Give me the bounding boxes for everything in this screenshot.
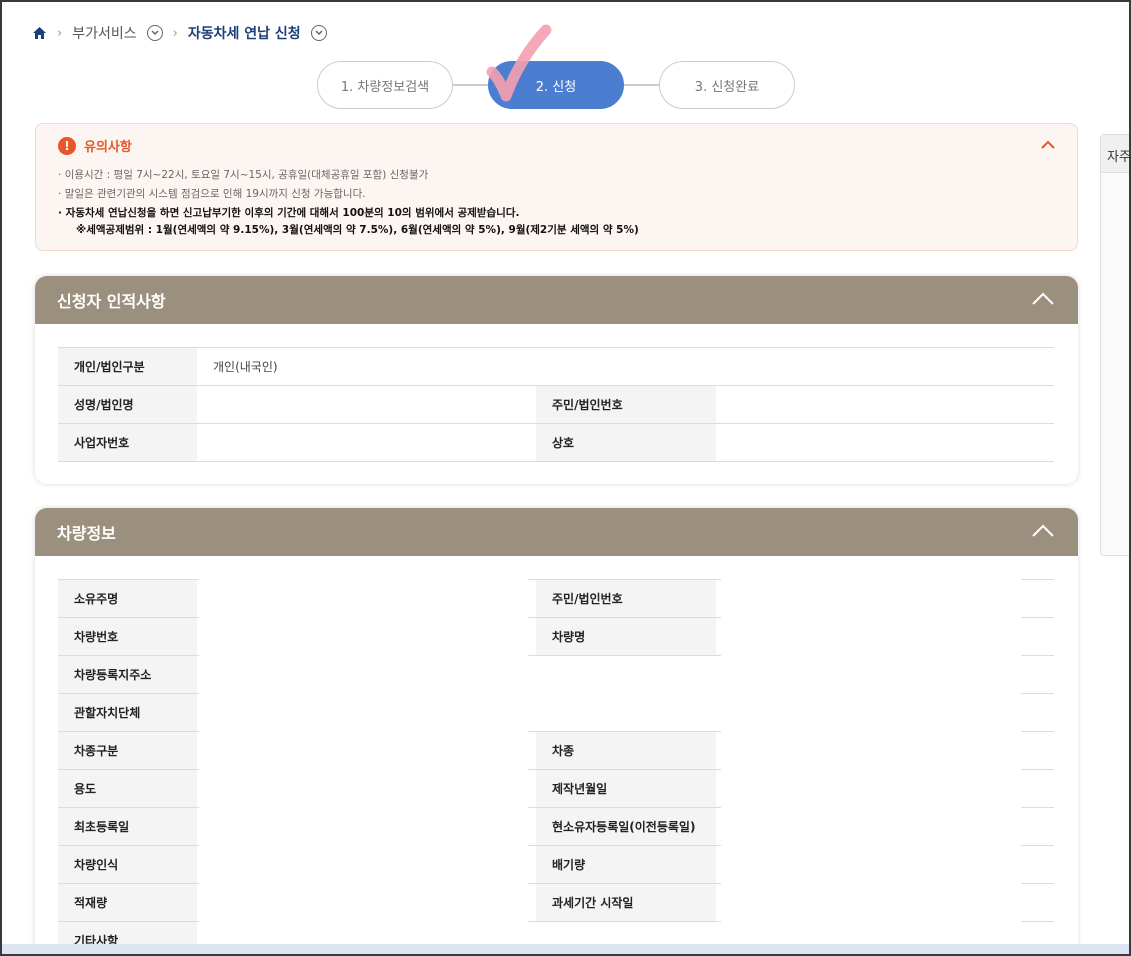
row-label: 주민/법인번호 bbox=[536, 579, 716, 618]
row-label: 주민/법인번호 bbox=[536, 385, 716, 424]
row-label: 최초등록일 bbox=[58, 807, 197, 846]
step-complete: 3. 신청완료 bbox=[659, 61, 795, 109]
breadcrumb-current[interactable]: 자동차세 연납 신청 bbox=[188, 23, 301, 43]
notice-line: · 자동차세 연납신청을 하면 신고납부기한 이후의 기간에 대해서 100분의… bbox=[58, 207, 520, 219]
chevron-right-icon: › bbox=[57, 25, 63, 41]
notice-box: ! 유의사항 · 이용시간 : 평일 7시~22시, 토요일 7시~15시, 공… bbox=[35, 123, 1078, 251]
quick-menu-sidebar[interactable]: 자주 bbox=[1100, 134, 1131, 556]
row-label: 차종구분 bbox=[58, 731, 197, 770]
collapse-icon[interactable] bbox=[1032, 292, 1054, 306]
row-label: 소유주명 bbox=[58, 579, 197, 618]
row-label: 차량등록지주소 bbox=[58, 655, 197, 694]
step-vehicle-search: 1. 차량정보검색 bbox=[317, 61, 453, 109]
panel-title: 신청자 인적사항 bbox=[57, 292, 166, 311]
row-label: 차량번호 bbox=[58, 617, 197, 656]
row-label: 차종 bbox=[536, 731, 716, 770]
checkmark-icon bbox=[486, 24, 552, 102]
row-label: 차량인식 bbox=[58, 845, 197, 884]
row-label: 개인/법인구분 bbox=[58, 347, 197, 386]
row-label: 과세기간 시작일 bbox=[536, 883, 716, 922]
row-label: 적재량 bbox=[58, 883, 197, 922]
applicant-bizno-value bbox=[197, 423, 536, 462]
notice-title: 유의사항 bbox=[84, 140, 132, 155]
row-label: 현소유자등록일(이전등록일) bbox=[536, 807, 716, 846]
notice-line: · 이용시간 : 평일 7시~22시, 토요일 7시~15시, 공휴일(대체공휴… bbox=[58, 169, 429, 181]
row-label: 배기량 bbox=[536, 845, 716, 884]
breadcrumb: › 부가서비스 › 자동차세 연납 신청 bbox=[33, 22, 327, 44]
row-label: 상호 bbox=[536, 423, 716, 462]
applicant-panel: 신청자 인적사항 개인/법인구분 개인(내국인) 성명/법인명 주민/법인번호 … bbox=[35, 276, 1078, 484]
bottom-scroll-strip bbox=[0, 944, 1131, 956]
applicant-id-value bbox=[716, 385, 1054, 424]
row-label: 사업자번호 bbox=[58, 423, 197, 462]
sidebar-title: 자주 bbox=[1101, 135, 1131, 173]
applicant-name-value bbox=[197, 385, 536, 424]
notice-subline: ※세액공제범위 : 1월(연세액의 약 9.15%), 3월(연세액의 약 7.… bbox=[76, 224, 639, 236]
notice-line: · 말일은 관련기관의 시스템 점검으로 인해 19시까지 신청 가능합니다. bbox=[58, 188, 366, 200]
redaction-mask bbox=[199, 578, 528, 948]
step-indicator: 1. 차량정보검색 2. 신청 3. 신청완료 bbox=[317, 61, 795, 109]
warning-icon: ! bbox=[58, 136, 76, 155]
row-label: 성명/법인명 bbox=[58, 385, 197, 424]
row-label: 관할자치단체 bbox=[58, 693, 197, 732]
collapse-icon[interactable] bbox=[1041, 140, 1055, 150]
row-label: 차량명 bbox=[536, 617, 716, 656]
chevron-right-icon: › bbox=[172, 25, 178, 41]
redaction-mask bbox=[528, 656, 723, 730]
redaction-mask bbox=[721, 578, 1021, 948]
panel-title: 차량정보 bbox=[57, 524, 116, 543]
applicant-type-value: 개인(내국인) bbox=[197, 347, 1054, 386]
row-label: 제작년월일 bbox=[536, 769, 716, 808]
applicant-table: 개인/법인구분 개인(내국인) 성명/법인명 주민/법인번호 사업자번호 상호 bbox=[58, 347, 1054, 462]
vehicle-panel: 차량정보 소유주명 주민/법인번호차량번호 차량명차량등록지주소 관할자치단체 차종구분… bbox=[35, 508, 1078, 956]
home-icon[interactable] bbox=[33, 26, 47, 40]
applicant-company-value bbox=[716, 423, 1054, 462]
row-label: 용도 bbox=[58, 769, 197, 808]
collapse-icon[interactable] bbox=[1032, 524, 1054, 538]
chevron-down-icon[interactable] bbox=[310, 25, 327, 41]
breadcrumb-item-additional-services[interactable]: 부가서비스 bbox=[72, 23, 136, 43]
chevron-down-icon[interactable] bbox=[146, 25, 163, 41]
